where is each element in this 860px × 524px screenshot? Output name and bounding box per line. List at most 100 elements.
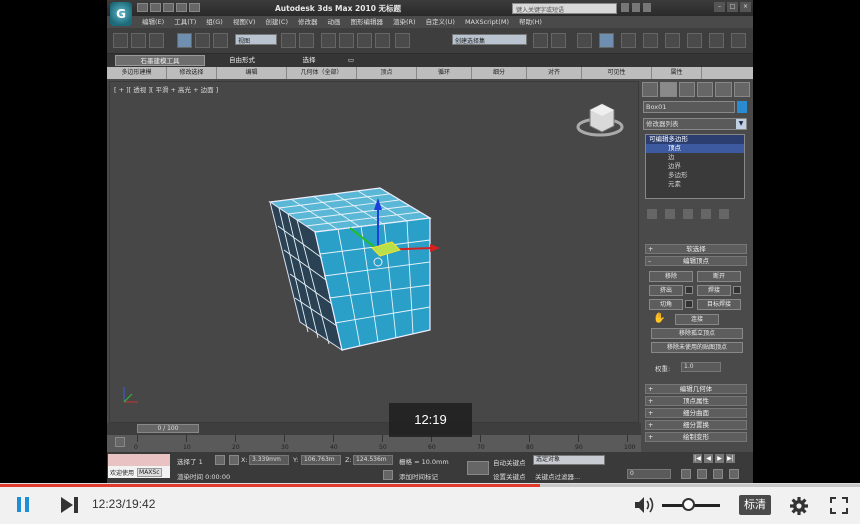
menu-group[interactable]: 组(G)	[201, 17, 228, 28]
undo-icon[interactable]	[113, 33, 128, 48]
angle-snap-icon[interactable]	[339, 33, 354, 48]
object-name-field[interactable]: Box01	[643, 101, 735, 113]
render-teapot-icon[interactable]	[731, 33, 746, 48]
search-input[interactable]: 键入关键字或短语	[512, 3, 617, 14]
menu-views[interactable]: 视图(V)	[228, 17, 261, 28]
tab-minimize[interactable]: ▭	[341, 55, 361, 66]
pin-stack-icon[interactable]	[647, 209, 657, 219]
setkey-button[interactable]: 设置关键点	[493, 471, 526, 481]
panel-align[interactable]: 对齐	[527, 67, 582, 79]
prev-frame-icon[interactable]: ◀	[704, 454, 713, 463]
y-coordinate[interactable]: 106.763m	[301, 455, 341, 465]
help-icon[interactable]	[643, 3, 651, 12]
rollout-subdivision-surface[interactable]: + 细分曲面	[645, 408, 747, 418]
rollout-subdivision-displacement[interactable]: + 细分置换	[645, 420, 747, 430]
utilities-tab-icon[interactable]	[733, 82, 750, 97]
tab-selection[interactable]: 选择	[279, 55, 339, 66]
star-icon[interactable]	[632, 3, 640, 12]
remove-unused-map-button[interactable]: 移除未使用的贴图顶点	[651, 342, 743, 353]
align-icon[interactable]	[551, 33, 566, 48]
tab-graphite-modeling[interactable]: 石墨建模工具	[115, 55, 205, 66]
object-color-swatch[interactable]	[737, 101, 747, 113]
pivot-icon[interactable]	[281, 33, 296, 48]
panel-poly-modeling[interactable]: 多边形建模	[107, 67, 167, 79]
fullscreen-icon[interactable]	[830, 497, 848, 514]
menu-create[interactable]: 创建(C)	[260, 17, 293, 28]
key-filters-button[interactable]: 关键点过滤器...	[535, 471, 580, 481]
layer-icon[interactable]	[577, 33, 592, 48]
panel-properties[interactable]: 属性	[652, 67, 702, 79]
edit-named-sel-icon[interactable]	[395, 33, 410, 48]
tab-freeform[interactable]: 自由形式	[207, 55, 277, 66]
chevron-down-icon[interactable]: ▼	[736, 119, 746, 129]
maximize-button[interactable]: □	[727, 2, 738, 12]
lock-icon[interactable]	[215, 455, 225, 465]
stack-item[interactable]: 多边形	[646, 171, 744, 180]
display-tab-icon[interactable]	[715, 82, 732, 97]
panel-visibility[interactable]: 可见性	[582, 67, 652, 79]
motion-tab-icon[interactable]	[696, 82, 714, 97]
pause-icon[interactable]	[16, 497, 34, 514]
modifier-list-dropdown[interactable]: 修改器列表 ▼	[643, 118, 747, 130]
extrude-settings-icon[interactable]	[685, 286, 693, 294]
scale-icon[interactable]	[213, 33, 228, 48]
open-file-icon[interactable]	[150, 3, 161, 12]
app-logo-icon[interactable]: G	[110, 2, 132, 26]
spinner-snap-icon[interactable]	[375, 33, 390, 48]
stack-item[interactable]: 边	[646, 153, 744, 162]
select-region-icon[interactable]	[149, 33, 164, 48]
schematic-icon[interactable]	[643, 33, 658, 48]
target-weld-button[interactable]: 目标焊接	[697, 299, 741, 310]
viewcube-icon[interactable]	[576, 103, 624, 137]
current-frame[interactable]: 0	[627, 469, 671, 479]
pan-icon[interactable]	[713, 469, 723, 479]
select-object-icon[interactable]	[131, 33, 146, 48]
key-icon[interactable]	[467, 461, 489, 475]
menu-maxscript[interactable]: MAXScript(M)	[460, 17, 514, 28]
curve-editor-icon[interactable]	[621, 33, 636, 48]
weld-settings-icon[interactable]	[733, 286, 741, 294]
panel-subdivision[interactable]: 细分	[472, 67, 527, 79]
move-icon[interactable]	[177, 33, 192, 48]
autokey-button[interactable]: 自动关键点	[493, 457, 526, 467]
go-start-icon[interactable]: |◀	[693, 454, 702, 463]
gear-icon[interactable]	[789, 496, 809, 516]
panel-edit[interactable]: 编辑	[217, 67, 287, 79]
make-unique-icon[interactable]	[683, 209, 693, 219]
configure-sets-icon[interactable]	[719, 209, 729, 219]
rollout-edit-geometry[interactable]: + 编辑几何体	[645, 384, 747, 394]
rollout-edit-vertices[interactable]: – 编辑顶点	[645, 256, 747, 266]
quality-button[interactable]: 标清	[739, 495, 771, 515]
x-coordinate[interactable]: 3.339mm	[249, 455, 289, 465]
remove-button[interactable]: 移除	[649, 271, 693, 282]
break-button[interactable]: 断开	[697, 271, 741, 282]
progress-remaining[interactable]	[540, 484, 860, 487]
z-coordinate[interactable]: 124.536m	[353, 455, 393, 465]
snap-icon[interactable]	[321, 33, 336, 48]
timeline[interactable]: 0 10 20 30 40 50 60 70 80 90 100	[107, 435, 641, 452]
create-tab-icon[interactable]	[642, 82, 659, 97]
time-tag-icon[interactable]	[383, 470, 393, 480]
menu-rendering[interactable]: 渲染(R)	[388, 17, 421, 28]
panel-geometry-all[interactable]: 几何体（全部）	[287, 67, 357, 79]
connect-button[interactable]: 连接	[675, 314, 719, 325]
volume-icon[interactable]	[634, 496, 656, 514]
menu-animation[interactable]: 动画	[323, 17, 346, 28]
play-icon[interactable]: ▶	[715, 454, 724, 463]
stack-item[interactable]: 顶点	[646, 144, 744, 153]
menu-modifiers[interactable]: 修改器	[293, 17, 323, 28]
render-setup-icon[interactable]	[687, 33, 702, 48]
perspective-viewport[interactable]: [ + ][ 透视 ][ 平滑 + 高光 + 边面 ]	[109, 81, 639, 423]
close-button[interactable]: ×	[740, 2, 751, 12]
rendered-frame-icon[interactable]	[709, 33, 724, 48]
binoculars-icon[interactable]	[621, 3, 629, 12]
rollout-paint-deformation[interactable]: + 绘制变形	[645, 432, 747, 442]
chamfer-settings-icon[interactable]	[685, 300, 693, 308]
menu-tools[interactable]: 工具(T)	[169, 17, 201, 28]
material-editor-icon[interactable]	[665, 33, 680, 48]
new-file-icon[interactable]	[137, 3, 148, 12]
menu-customize[interactable]: 自定义(U)	[421, 17, 460, 28]
add-time-tag[interactable]: 添加时间标记	[399, 471, 438, 481]
percent-snap-icon[interactable]	[357, 33, 372, 48]
reference-coord-select[interactable]: 视图	[235, 34, 277, 45]
